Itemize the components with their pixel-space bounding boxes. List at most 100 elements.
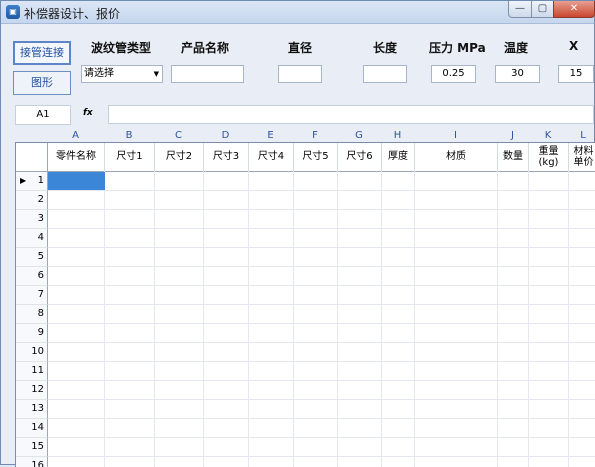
column-letters: A B C D E F G H I J K L (1, 130, 595, 142)
pipe-connection-button[interactable]: 接管连接 (13, 41, 71, 65)
gridline (568, 171, 569, 467)
type-select-value: 请选择 (84, 68, 114, 79)
gridline (414, 171, 415, 467)
header-unit-price-line1: 材料 (573, 146, 594, 157)
product-label: 产品名称 (181, 41, 230, 55)
gridline (48, 361, 595, 362)
col-letter: C (175, 130, 182, 141)
row-header[interactable]: 15 (16, 438, 48, 457)
product-name-input[interactable] (171, 65, 244, 83)
temperature-label: 温度 (504, 41, 529, 55)
gridline (497, 171, 498, 467)
header-size4[interactable]: 尺寸4 (249, 143, 294, 171)
row-header[interactable]: 4 (16, 229, 48, 248)
gridline (248, 171, 249, 467)
row-header[interactable]: 7 (16, 286, 48, 305)
row-header[interactable]: 5 (16, 248, 48, 267)
row-header[interactable]: 10 (16, 343, 48, 362)
window-title: 补偿器设计、报价 (24, 7, 121, 21)
minimize-button[interactable]: — (508, 1, 532, 18)
gridline (48, 456, 595, 457)
fx-icon: fx (83, 108, 93, 118)
gridline (48, 304, 595, 305)
header-weight-line2: (kg) (538, 157, 559, 168)
gridline (48, 285, 595, 286)
gridline (381, 171, 382, 467)
gridline (48, 266, 595, 267)
gridline (48, 437, 595, 438)
header-unit-price[interactable]: 材料 单价 (569, 143, 595, 171)
gridline (48, 228, 595, 229)
gridline (48, 209, 595, 210)
selected-cell-a1[interactable] (48, 172, 105, 190)
cell-reference-box[interactable]: A1 (15, 105, 71, 125)
graphics-button[interactable]: 图形 (13, 71, 71, 95)
gridline (48, 380, 595, 381)
row-header[interactable]: 16 (16, 457, 48, 467)
row-header[interactable]: 3 (16, 210, 48, 229)
row-header[interactable]: 13 (16, 400, 48, 419)
gridline (528, 171, 529, 467)
header-size2[interactable]: 尺寸2 (155, 143, 204, 171)
header-material[interactable]: 材质 (415, 143, 498, 171)
col-letter: A (72, 130, 79, 141)
row-header[interactable]: 9 (16, 324, 48, 343)
temperature-input[interactable]: 30 (495, 65, 540, 83)
gridline (293, 171, 294, 467)
col-letter: J (511, 130, 514, 141)
header-size3[interactable]: 尺寸3 (204, 143, 249, 171)
col-letter: F (312, 130, 318, 141)
maximize-button[interactable]: ▢ (531, 1, 554, 18)
type-label: 波纹管类型 (91, 41, 152, 55)
grid-corner[interactable] (16, 143, 48, 171)
row-header[interactable]: 2 (16, 191, 48, 210)
gridline (48, 247, 595, 248)
row-header[interactable]: 11 (16, 362, 48, 381)
row-header[interactable]: 12 (16, 381, 48, 400)
title-bar[interactable]: ▣ 补偿器设计、报价 — ▢ ✕ (1, 1, 595, 24)
app-icon: ▣ (6, 5, 20, 19)
col-letter: E (267, 130, 274, 141)
col-letter: H (393, 130, 402, 141)
row-header[interactable]: ▶ 1 (16, 172, 48, 191)
gridline (154, 171, 155, 467)
gridline (48, 323, 595, 324)
close-button[interactable]: ✕ (553, 1, 595, 18)
col-letter: K (544, 130, 552, 141)
x-input[interactable]: 15 (558, 65, 594, 83)
header-part-name[interactable]: 零件名称 (48, 143, 105, 171)
gridline (203, 171, 204, 467)
length-label: 长度 (373, 41, 398, 55)
row-header[interactable]: 8 (16, 305, 48, 324)
header-quantity[interactable]: 数量 (498, 143, 529, 171)
length-input[interactable] (363, 65, 407, 83)
col-letter: B (125, 130, 133, 141)
gridline (48, 418, 595, 419)
pressure-label: 压力 MPa (429, 41, 486, 55)
row-header[interactable]: 6 (16, 267, 48, 286)
header-weight-line1: 重量 (538, 146, 559, 157)
pressure-input[interactable]: 0.25 (431, 65, 476, 83)
header-size6[interactable]: 尺寸6 (338, 143, 382, 171)
col-letter: I (454, 130, 457, 141)
col-letter: D (221, 130, 230, 141)
diameter-input[interactable] (278, 65, 322, 83)
gridline (104, 171, 105, 467)
formula-input[interactable] (108, 105, 594, 124)
header-size5[interactable]: 尺寸5 (294, 143, 338, 171)
header-unit-price-line2: 单价 (573, 157, 594, 168)
spreadsheet-grid[interactable]: 零件名称 尺寸1 尺寸2 尺寸3 尺寸4 尺寸5 尺寸6 厚度 材质 数量 重量… (15, 142, 595, 467)
current-row-arrow-icon: ▶ (20, 176, 27, 185)
row-number: 1 (37, 175, 44, 186)
type-select[interactable]: 请选择 ▼ (81, 65, 163, 83)
header-weight[interactable]: 重量 (kg) (529, 143, 569, 171)
x-label: X (569, 39, 579, 53)
col-letter: L (580, 130, 586, 141)
header-row: 零件名称 尺寸1 尺寸2 尺寸3 尺寸4 尺寸5 尺寸6 厚度 材质 数量 重量… (16, 143, 595, 172)
gridline (48, 190, 595, 191)
gridline (337, 171, 338, 467)
app-window: ▣ 补偿器设计、报价 — ▢ ✕ 接管连接 图形 波纹管类型 产品名称 直径 长… (0, 0, 595, 467)
header-size1[interactable]: 尺寸1 (105, 143, 155, 171)
row-header[interactable]: 14 (16, 419, 48, 438)
header-thickness[interactable]: 厚度 (382, 143, 415, 171)
